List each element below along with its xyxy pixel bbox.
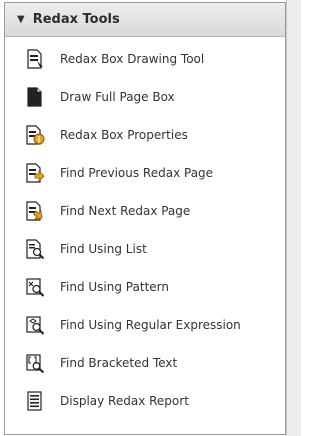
- panel-scrollbar[interactable]: [286, 0, 301, 436]
- tool-redax-box-properties[interactable]: Redax Box Properties: [5, 116, 285, 154]
- tool-label: Display Redax Report: [60, 394, 189, 408]
- tool-label: Find Using Pattern: [60, 280, 169, 294]
- find-previous-page-icon: [25, 163, 45, 183]
- tool-find-previous-redax-page[interactable]: Find Previous Redax Page: [5, 154, 285, 192]
- tool-label: Redax Box Drawing Tool: [60, 52, 205, 66]
- collapse-triangle-icon[interactable]: ▼: [17, 14, 25, 25]
- find-using-pattern-icon: [25, 277, 45, 297]
- tool-label: Find Previous Redax Page: [60, 166, 214, 180]
- redax-box-drawing-icon: [25, 49, 45, 69]
- tool-list: Redax Box Drawing Tool Draw Full Page Bo…: [5, 37, 285, 420]
- panel-title: Redax Tools: [32, 12, 120, 27]
- tool-find-using-pattern[interactable]: Find Using Pattern: [5, 268, 285, 306]
- tool-display-redax-report[interactable]: Display Redax Report: [5, 382, 285, 420]
- find-bracketed-text-icon: [25, 353, 45, 373]
- find-regex-icon: [25, 315, 45, 335]
- redax-tools-panel: ▼ Redax Tools Redax Box Drawing Tool Dra…: [4, 2, 286, 435]
- box-properties-icon: [25, 125, 45, 145]
- tool-find-bracketed-text[interactable]: Find Bracketed Text: [5, 344, 285, 382]
- find-using-list-icon: [25, 239, 45, 259]
- tool-find-using-regular-expression[interactable]: Find Using Regular Expression: [5, 306, 285, 344]
- panel-header[interactable]: ▼ Redax Tools: [5, 3, 285, 37]
- tool-find-next-redax-page[interactable]: Find Next Redax Page: [5, 192, 285, 230]
- tool-label: Find Using Regular Expression: [60, 318, 241, 332]
- tool-redax-box-drawing[interactable]: Redax Box Drawing Tool: [5, 40, 285, 78]
- tool-label: Find Using List: [60, 242, 147, 256]
- tool-label: Draw Full Page Box: [60, 90, 175, 104]
- tool-find-using-list[interactable]: Find Using List: [5, 230, 285, 268]
- tool-label: Find Next Redax Page: [60, 204, 191, 218]
- report-icon: [25, 391, 45, 411]
- tool-draw-full-page-box[interactable]: Draw Full Page Box: [5, 78, 285, 116]
- full-page-box-icon: [25, 87, 45, 107]
- tool-label: Redax Box Properties: [60, 128, 188, 142]
- tool-label: Find Bracketed Text: [60, 356, 178, 370]
- find-next-page-icon: [25, 201, 45, 221]
